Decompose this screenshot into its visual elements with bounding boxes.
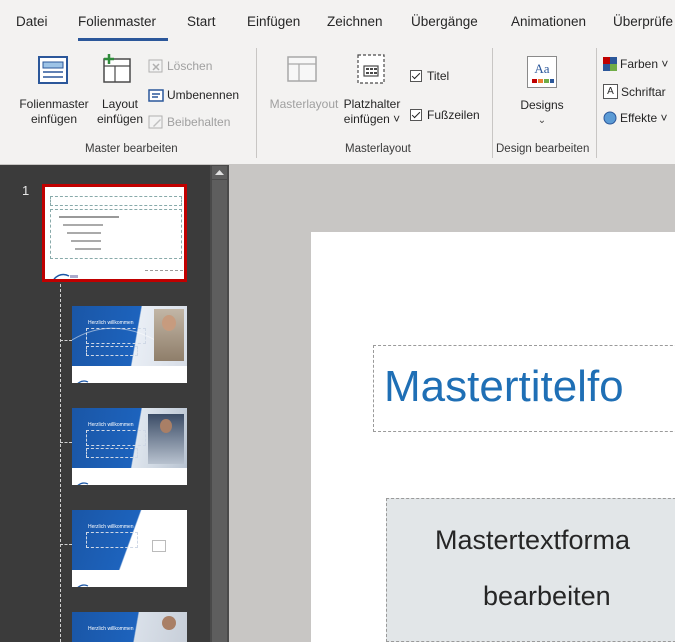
platzhalter-label-1: Platzhalter	[343, 97, 401, 111]
tab-start[interactable]: Start	[187, 14, 216, 29]
designs-label: Designs	[520, 98, 564, 112]
thumb-title: Herzlich willkommen	[88, 422, 134, 428]
tab-einfuegen[interactable]: Einfügen	[247, 14, 300, 29]
thumb-title: Herzlich willkommen	[88, 320, 134, 326]
chevron-up-icon	[215, 170, 224, 175]
fusszeilen-label: Fußzeilen	[427, 108, 480, 122]
layout-einfuegen-button[interactable]: Layout einfügen	[90, 97, 150, 127]
layout-insert-icon	[101, 53, 133, 90]
tab-folienmaster[interactable]: Folienmaster	[78, 14, 156, 29]
folienmaster-einfuegen-button[interactable]: Folienmaster einfügen	[18, 97, 90, 127]
thumb-photo	[154, 309, 184, 361]
folienmaster-einfuegen-label-1: Folienmaster	[19, 97, 89, 111]
designs-button[interactable]: Designs ⌄	[514, 98, 570, 128]
farben-button[interactable]: Farben ˅	[603, 57, 668, 71]
folienmaster-einfuegen-label-2: einfügen	[30, 112, 78, 126]
thumb-title: Herzlich willkommen	[88, 524, 134, 530]
group-separator	[492, 48, 493, 158]
thumb-title: Herzlich willkommen	[88, 626, 134, 632]
preserve-icon	[148, 115, 163, 129]
folienmaster-icon	[38, 55, 68, 90]
scroll-up-button[interactable]	[212, 166, 227, 179]
fusszeilen-check-icon	[410, 109, 422, 121]
designs-icon-text: Aa	[534, 61, 550, 76]
ribbon-tabs: Datei Folienmaster Start Einfügen Zeichn…	[0, 0, 675, 44]
layout-thumbnail-4[interactable]: Herzlich willkommen	[72, 612, 187, 642]
effekte-button[interactable]: Effekte ˅	[603, 111, 667, 125]
active-tab-indicator	[78, 38, 168, 41]
layout-connector-line	[60, 284, 61, 642]
masterlayout-icon	[287, 55, 317, 88]
schriftarten-button[interactable]: A Schriftar	[603, 84, 666, 99]
effekte-label: Effekte ˅	[620, 111, 668, 125]
layout-einfuegen-label-2: einfügen	[96, 112, 144, 126]
slide-master-thumbnail[interactable]	[42, 184, 187, 282]
thumb-logo	[53, 267, 79, 279]
farben-label: Farben ˅	[620, 57, 669, 71]
layout-connector-line	[60, 544, 72, 545]
slide-body-line-1: Mastertextforma	[435, 525, 631, 555]
loeschen-label: Löschen	[167, 59, 213, 73]
fusszeilen-checkbox[interactable]: Fußzeilen	[410, 108, 480, 122]
thumb-photo	[148, 414, 184, 464]
slide-number: 1	[22, 183, 30, 198]
thumb-image-placeholder	[152, 540, 166, 552]
layout-einfuegen-label-1: Layout	[101, 97, 139, 111]
umbenennen-label: Umbenennen	[167, 88, 240, 102]
group-separator	[596, 48, 597, 158]
slide-body-line-2: bearbeiten	[483, 581, 611, 611]
layout-connector-line	[60, 340, 72, 341]
loeschen-button[interactable]: Löschen	[148, 58, 212, 74]
titel-checkbox[interactable]: Titel	[410, 69, 449, 83]
text-placeholder[interactable]: Mastertextforma bearbeiten	[386, 498, 675, 642]
titel-check-icon	[410, 70, 422, 82]
platzhalter-einfuegen-button[interactable]: Platzhalter einfügen ˅	[341, 97, 403, 127]
colors-icon	[603, 57, 617, 71]
layout-thumbnail-1[interactable]: Herzlich willkommen	[72, 306, 187, 383]
tab-uebergaenge[interactable]: Übergänge	[411, 14, 478, 29]
layout-thumbnail-2[interactable]: Herzlich willkommen	[72, 408, 187, 485]
group-separator	[256, 48, 257, 158]
slide-canvas[interactable]: Mastertitelfo Mastertextforma bearbeiten	[311, 232, 675, 642]
schriftarten-label: Schriftar	[621, 84, 666, 99]
fonts-icon: A	[603, 84, 618, 99]
tab-datei[interactable]: Datei	[16, 14, 48, 29]
umbenennen-button[interactable]: Umbenennen	[148, 87, 239, 103]
layout-connector-line	[60, 442, 72, 443]
group-label-masterlayout: Masterlayout	[345, 143, 411, 155]
beibehalten-label: Beibehalten	[167, 115, 231, 129]
tab-ueberpruefen[interactable]: Überprüfe	[613, 14, 673, 29]
tab-zeichnen[interactable]: Zeichnen	[327, 14, 383, 29]
group-label-master: Master bearbeiten	[85, 143, 178, 155]
beibehalten-button[interactable]: Beibehalten	[148, 114, 230, 130]
thumb-text-placeholder	[50, 209, 182, 259]
slide-title-text: Mastertitelfo	[384, 362, 624, 411]
designs-icon: Aa	[527, 56, 557, 88]
group-label-design: Design bearbeiten	[496, 143, 590, 155]
effects-icon	[603, 111, 617, 125]
masterlayout-button[interactable]: Masterlayout	[266, 97, 342, 112]
scrollbar-thumb[interactable]	[212, 180, 227, 642]
placeholder-insert-icon	[354, 52, 388, 91]
chevron-down-icon: ⌄	[537, 115, 547, 126]
tab-animationen[interactable]: Animationen	[511, 14, 586, 29]
layout-thumbnail-3[interactable]: Herzlich willkommen	[72, 510, 187, 587]
thumb-title-placeholder	[50, 196, 182, 206]
title-placeholder[interactable]: Mastertitelfo	[373, 345, 675, 432]
delete-icon	[148, 59, 163, 73]
rename-icon	[148, 89, 164, 102]
titel-label: Titel	[427, 69, 450, 83]
platzhalter-label-2: einfügen ˅	[343, 112, 401, 126]
